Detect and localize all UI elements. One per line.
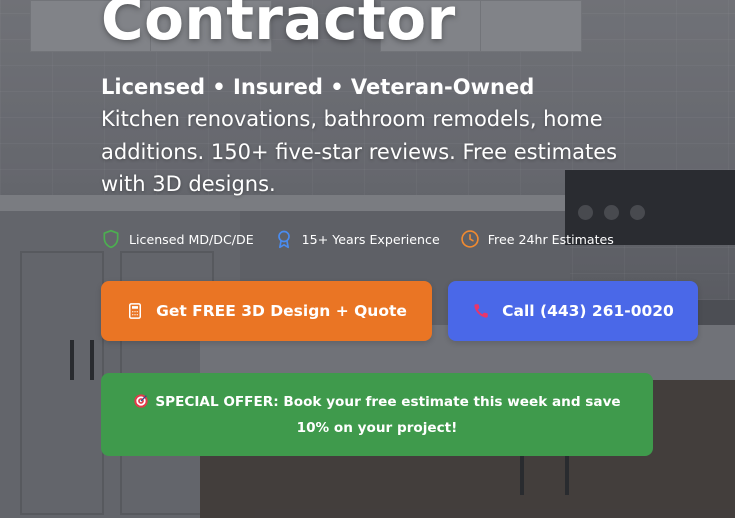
call-label: Call (443) 261-0020 (502, 302, 674, 320)
call-button[interactable]: Call (443) 261-0020 (448, 281, 698, 341)
page-title: Contractor (101, 0, 456, 53)
award-ribbon-icon (277, 230, 290, 249)
badge-experience: 15+ Years Experience (274, 229, 440, 249)
hero-description: Kitchen renovations, bathroom remodels, … (101, 107, 618, 196)
badge-licensed: Licensed MD/DC/DE (101, 229, 254, 249)
trust-badges: Licensed MD/DC/DE 15+ Years Experience F… (101, 229, 614, 249)
hero-section: Contractor Licensed • Insured • Veteran-… (0, 0, 735, 518)
phone-icon (474, 304, 488, 318)
badge-estimates: Free 24hr Estimates (460, 229, 614, 249)
credentials-tagline: Licensed • Insured • Veteran-Owned (101, 75, 535, 99)
calculator-icon (129, 303, 142, 319)
clock-icon (460, 230, 479, 248)
special-offer-text: SPECIAL OFFER: Book your free estimate t… (155, 393, 621, 436)
get-quote-label: Get FREE 3D Design + Quote (156, 302, 407, 320)
badge-label: Licensed MD/DC/DE (129, 231, 254, 247)
special-offer-banner: SPECIAL OFFER: Book your free estimate t… (101, 373, 653, 456)
shield-icon (103, 229, 119, 249)
badge-label: Free 24hr Estimates (487, 231, 614, 247)
get-quote-button[interactable]: Get FREE 3D Design + Quote (101, 281, 432, 341)
badge-label: 15+ Years Experience (301, 231, 440, 247)
target-icon (134, 393, 149, 408)
